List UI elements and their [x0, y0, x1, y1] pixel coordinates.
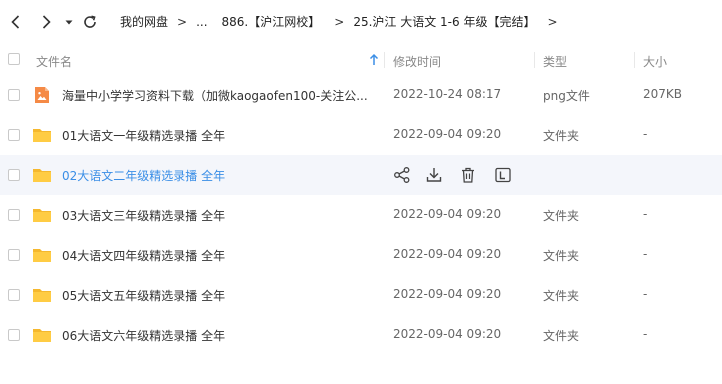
- file-list-header: 文件名 修改时间 类型 大小: [0, 44, 722, 76]
- image-file-icon: [35, 87, 49, 103]
- breadcrumb-item-level2[interactable]: 25.沪江 大语文 1-6 年级【完结】: [353, 13, 535, 30]
- row-checkbox[interactable]: [8, 249, 20, 261]
- file-row[interactable]: 05大语文五年级精选录播 全年 2022-09-04 09:20 文件夹 -: [0, 275, 722, 315]
- file-size: -: [643, 127, 648, 141]
- row-checkbox[interactable]: [8, 209, 20, 221]
- column-header-type[interactable]: 类型: [543, 53, 567, 70]
- file-modified-time: 2022-10-24 08:17: [393, 87, 502, 101]
- column-header-name[interactable]: 文件名: [36, 53, 72, 70]
- breadcrumb-separator: >: [547, 15, 558, 29]
- file-type: 文件夹: [543, 289, 580, 303]
- file-modified-time: 2022-09-04 09:20: [393, 207, 502, 221]
- sort-ascending-icon[interactable]: [368, 53, 380, 67]
- file-name[interactable]: 04大语文四年级精选录播 全年: [62, 247, 225, 264]
- file-name[interactable]: 海量中小学学习资料下载（加微kaogaofen100-关注公...: [62, 87, 368, 104]
- folder-icon: [33, 209, 51, 222]
- refresh-button[interactable]: [80, 12, 100, 32]
- file-type: 文件夹: [543, 209, 580, 223]
- folder-icon: [33, 289, 51, 302]
- row-checkbox[interactable]: [8, 169, 20, 181]
- breadcrumb-separator: >: [177, 15, 188, 29]
- column-divider[interactable]: [634, 52, 635, 68]
- file-size: -: [643, 327, 648, 341]
- row-checkbox[interactable]: [8, 289, 20, 301]
- navigation-bar: 我的网盘 >... 886.【沪江网校】 >25.沪江 大语文 1-6 年级【完结】 >: [0, 0, 722, 44]
- column-divider[interactable]: [534, 52, 535, 68]
- breadcrumb: 我的网盘 >... 886.【沪江网校】 >25.沪江 大语文 1-6 年级【完结】 >: [120, 13, 567, 30]
- folder-icon: [33, 169, 51, 182]
- breadcrumb-item-level1[interactable]: 886.【沪江网校】: [222, 13, 321, 30]
- file-row[interactable]: 03大语文三年级精选录播 全年 2022-09-04 09:20 文件夹 -: [0, 195, 722, 235]
- file-modified-time: 2022-09-04 09:20: [393, 327, 502, 341]
- file-row[interactable]: 海量中小学学习资料下载（加微kaogaofen100-关注公... 2022-1…: [0, 75, 722, 115]
- file-modified-time: 2022-09-04 09:20: [393, 127, 502, 141]
- breadcrumb-item-root[interactable]: 我的网盘: [120, 13, 168, 30]
- forward-button[interactable]: [36, 12, 56, 32]
- file-type: png文件: [543, 89, 590, 103]
- file-modified-time: 2022-09-04 09:20: [393, 247, 502, 261]
- file-name[interactable]: 01大语文一年级精选录播 全年: [62, 127, 225, 144]
- file-type: 文件夹: [543, 329, 580, 343]
- row-checkbox[interactable]: [8, 129, 20, 141]
- share-icon[interactable]: [393, 166, 411, 184]
- caret-down-icon: [65, 20, 73, 25]
- breadcrumb-ellipsis[interactable]: ...: [196, 15, 207, 29]
- rename-icon[interactable]: [494, 166, 512, 184]
- history-dropdown-button[interactable]: [62, 12, 76, 32]
- file-size: -: [643, 247, 648, 261]
- file-size: -: [643, 287, 648, 301]
- chevron-left-icon: [11, 15, 20, 29]
- file-name[interactable]: 06大语文六年级精选录播 全年: [62, 327, 225, 344]
- file-name[interactable]: 02大语文二年级精选录播 全年: [62, 167, 225, 184]
- file-name[interactable]: 03大语文三年级精选录播 全年: [62, 207, 225, 224]
- folder-icon: [33, 329, 51, 342]
- file-name[interactable]: 05大语文五年级精选录播 全年: [62, 287, 225, 304]
- breadcrumb-separator: >: [334, 15, 345, 29]
- folder-icon: [33, 249, 51, 262]
- folder-icon: [33, 129, 51, 142]
- file-row[interactable]: 06大语文六年级精选录播 全年 2022-09-04 09:20 文件夹 -: [0, 315, 722, 355]
- file-row[interactable]: 04大语文四年级精选录播 全年 2022-09-04 09:20 文件夹 -: [0, 235, 722, 275]
- file-type: 文件夹: [543, 249, 580, 263]
- file-type: 文件夹: [543, 129, 580, 143]
- file-row[interactable]: 01大语文一年级精选录播 全年 2022-09-04 09:20 文件夹 -: [0, 115, 722, 155]
- file-size: -: [643, 207, 648, 221]
- row-checkbox[interactable]: [8, 89, 20, 101]
- download-icon[interactable]: [425, 166, 443, 184]
- row-checkbox[interactable]: [8, 329, 20, 341]
- column-header-modified[interactable]: 修改时间: [393, 53, 441, 70]
- back-button[interactable]: [6, 12, 26, 32]
- file-size: 207KB: [643, 87, 683, 101]
- file-modified-time: 2022-09-04 09:20: [393, 287, 502, 301]
- column-divider[interactable]: [384, 52, 385, 68]
- delete-icon[interactable]: [459, 166, 477, 184]
- chevron-right-icon: [42, 15, 51, 29]
- file-row[interactable]: 02大语文二年级精选录播 全年: [0, 155, 722, 195]
- refresh-icon: [84, 15, 96, 28]
- select-all-checkbox[interactable]: [8, 53, 20, 65]
- column-header-size[interactable]: 大小: [643, 53, 667, 70]
